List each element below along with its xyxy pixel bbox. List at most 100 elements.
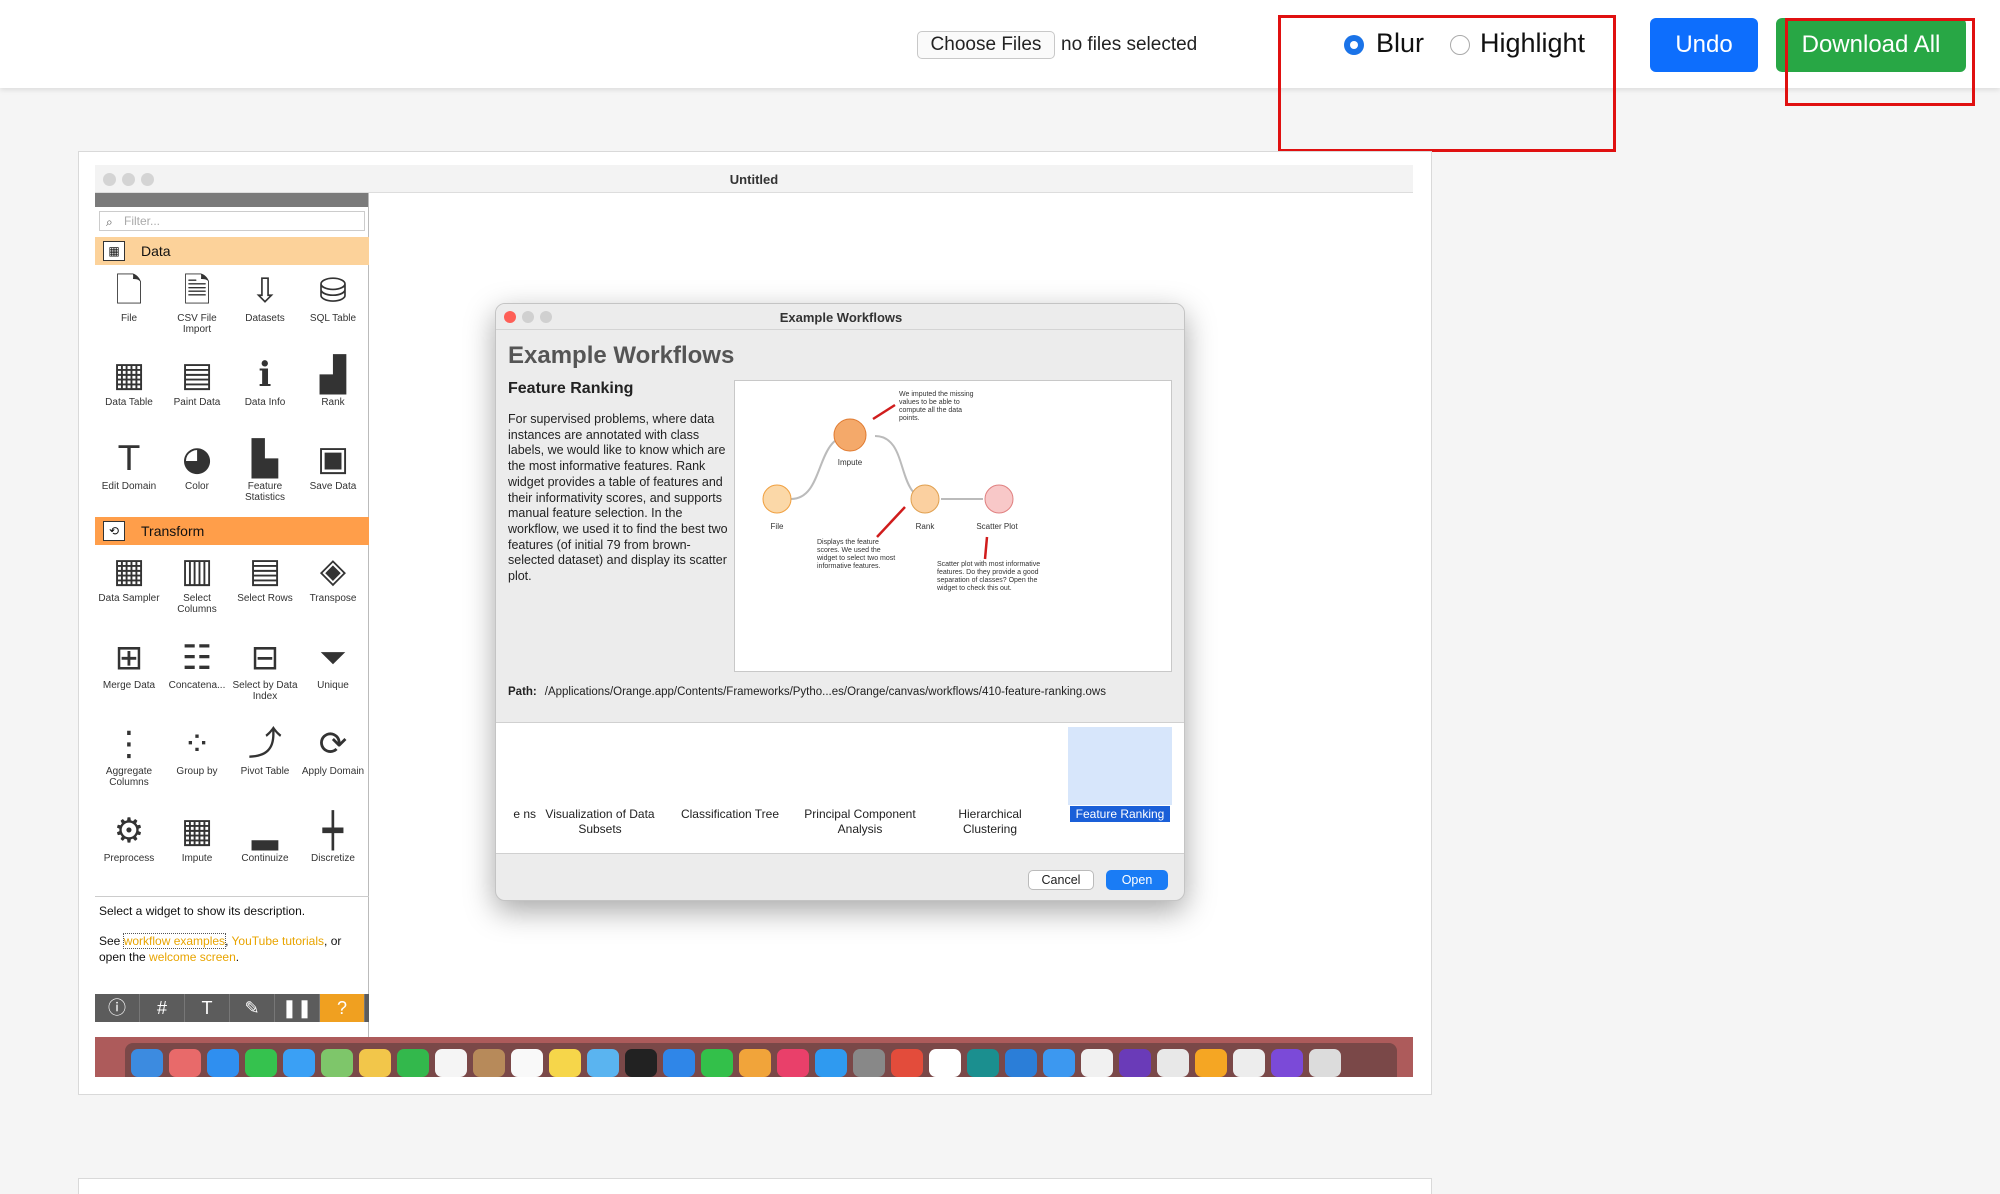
settings-icon[interactable] xyxy=(853,1049,885,1077)
tv-icon[interactable] xyxy=(625,1049,657,1077)
blur-radio-label[interactable]: Blur xyxy=(1376,28,1424,59)
widget-data-info[interactable]: ℹ Data Info xyxy=(231,349,299,433)
widget-csv-import[interactable]: 🗎 CSV File Import xyxy=(163,265,231,349)
numbers-icon[interactable] xyxy=(701,1049,733,1077)
contacts-icon[interactable] xyxy=(473,1049,505,1077)
app-store-icon[interactable] xyxy=(815,1049,847,1077)
undo-button[interactable]: Undo xyxy=(1650,18,1758,72)
youtube-tutorials-link[interactable]: YouTube tutorials xyxy=(232,934,325,948)
safari-icon[interactable] xyxy=(207,1049,239,1077)
pause-icon[interactable]: ❚❚ xyxy=(275,994,320,1022)
widget-data-sampler[interactable]: ▦ Data Sampler xyxy=(95,545,163,629)
widget-save-data[interactable]: ▣ Save Data xyxy=(299,433,367,517)
photos-icon[interactable] xyxy=(359,1049,391,1077)
widget-discretize[interactable]: ┿ Discretize xyxy=(299,805,367,889)
widget-unique[interactable]: ⏷ Unique xyxy=(299,632,367,716)
workflow-examples-link[interactable]: workflow examples xyxy=(122,933,227,949)
dialog-heading: Example Workflows xyxy=(508,342,735,369)
widget-label: Discretize xyxy=(311,852,355,864)
reminders-icon[interactable] xyxy=(511,1049,543,1077)
slack-icon[interactable] xyxy=(1157,1049,1189,1077)
thumbnail-item[interactable]: Visualization of Data Subsets xyxy=(540,723,660,853)
widget-concatenate[interactable]: ☷ Concatena... xyxy=(163,632,231,716)
widget-impute[interactable]: ▦ Impute xyxy=(163,805,231,889)
thumbnail-item-selected[interactable]: Feature Ranking xyxy=(1060,723,1180,853)
pages-icon[interactable] xyxy=(739,1049,771,1077)
orange-icon[interactable] xyxy=(1195,1049,1227,1077)
highlight-radio[interactable] xyxy=(1450,35,1470,55)
path-label: Path: xyxy=(508,686,537,698)
blur-radio[interactable] xyxy=(1344,35,1364,55)
widget-transpose[interactable]: ◈ Transpose xyxy=(299,545,367,629)
next-screenshot-card xyxy=(78,1178,1432,1194)
dialog-open-button[interactable]: Open xyxy=(1106,870,1168,890)
widget-select-by-index[interactable]: ⊟ Select by Data Index xyxy=(231,632,299,716)
trash-icon[interactable] xyxy=(1309,1049,1341,1077)
widget-group-by[interactable]: ⁘ Group by xyxy=(163,718,231,802)
widget-select-columns[interactable]: ▥ Select Columns xyxy=(163,545,231,629)
widget-select-rows[interactable]: ▤ Select Rows xyxy=(231,545,299,629)
widget-continuize[interactable]: ▂ Continuize xyxy=(231,805,299,889)
highlight-radio-label[interactable]: Highlight xyxy=(1480,28,1585,59)
vscode-icon[interactable] xyxy=(1005,1049,1037,1077)
widget-file[interactable]: 🗋 File xyxy=(95,265,163,349)
launchpad-icon[interactable] xyxy=(169,1049,201,1077)
thumbnail-item[interactable]: Principal Component Analysis xyxy=(800,723,920,853)
widget-data-table[interactable]: ▦ Data Table xyxy=(95,349,163,433)
widget-label: Data Table xyxy=(105,397,153,408)
freeform-icon[interactable] xyxy=(587,1049,619,1077)
news-icon[interactable] xyxy=(777,1049,809,1077)
workflow-diagram: File Impute Rank Scatter Plot xyxy=(762,403,1018,560)
notes-icon[interactable] xyxy=(549,1049,581,1077)
app-icon[interactable] xyxy=(1119,1049,1151,1077)
category-transform[interactable]: ⟲ Transform xyxy=(95,517,369,545)
widget-rank[interactable]: ▟ Rank xyxy=(299,349,367,433)
pen-icon[interactable]: ✎ xyxy=(230,994,275,1022)
gmail-icon[interactable] xyxy=(1081,1049,1113,1077)
dialog-cancel-button[interactable]: Cancel xyxy=(1028,870,1094,890)
widget-color[interactable]: ◕ Color xyxy=(163,433,231,517)
openai-icon[interactable] xyxy=(1233,1049,1265,1077)
widget-preprocess[interactable]: ⚙ Preprocess xyxy=(95,805,163,889)
file-node-icon xyxy=(762,484,792,514)
grid-icon[interactable]: # xyxy=(140,994,185,1022)
thumbnail-item[interactable]: Hierarchical Clustering xyxy=(930,723,1050,853)
widget-aggregate-columns[interactable]: ⋮ Aggregate Columns xyxy=(95,718,163,802)
choose-files-button[interactable]: Choose Files xyxy=(917,31,1055,59)
thumbnail-item[interactable]: Classification Tree xyxy=(670,723,790,853)
widget-feature-statistics[interactable]: ▙ Feature Statistics xyxy=(231,433,299,517)
csv-icon: 🗎 xyxy=(183,271,211,311)
sidebar-collapse-strip[interactable] xyxy=(95,193,368,207)
widget-filter-input[interactable]: ⌕ Filter... xyxy=(99,211,365,231)
maps-icon[interactable] xyxy=(321,1049,353,1077)
widget-edit-domain[interactable]: T Edit Domain xyxy=(95,433,163,517)
widget-paint-data[interactable]: ▤ Paint Data xyxy=(163,349,231,433)
app-icon[interactable] xyxy=(1271,1049,1303,1077)
help-icon[interactable]: ? xyxy=(320,994,365,1022)
selected-thumbnail-label: Feature Ranking xyxy=(1069,806,1171,822)
category-data[interactable]: ▦ Data xyxy=(95,237,369,265)
thumbnail-item[interactable]: e ns xyxy=(496,723,536,853)
screenshot-image[interactable]: Untitled ⌕ Filter... ▦ Data 🗋 File 🗎 CSV F… xyxy=(95,165,1413,1077)
widget-sql-table[interactable]: ⛁ SQL Table xyxy=(299,265,367,349)
info-icon[interactable]: ⓘ xyxy=(95,994,140,1022)
mail-icon[interactable] xyxy=(283,1049,315,1077)
text-icon[interactable]: T xyxy=(185,994,230,1022)
welcome-screen-link[interactable]: welcome screen xyxy=(149,950,236,964)
font-book-icon[interactable] xyxy=(929,1049,961,1077)
widget-datasets[interactable]: ⇩ Datasets xyxy=(231,265,299,349)
period-text: . xyxy=(235,950,240,964)
widget-merge-data[interactable]: ⊞ Merge Data xyxy=(95,632,163,716)
messages-icon[interactable] xyxy=(245,1049,277,1077)
facetime-icon[interactable] xyxy=(397,1049,429,1077)
widget-pivot-table[interactable]: ⤴ Pivot Table xyxy=(231,718,299,802)
download-all-button[interactable]: Download All xyxy=(1776,18,1966,72)
keynote-icon[interactable] xyxy=(663,1049,695,1077)
chatgpt-icon[interactable] xyxy=(967,1049,999,1077)
xcode-icon[interactable] xyxy=(1043,1049,1075,1077)
chrome-icon[interactable] xyxy=(891,1049,923,1077)
calendar-icon[interactable] xyxy=(435,1049,467,1077)
widget-apply-domain[interactable]: ⟳ Apply Domain xyxy=(299,718,367,802)
widget-label: CSV File Import xyxy=(177,313,217,335)
finder-icon[interactable] xyxy=(131,1049,163,1077)
